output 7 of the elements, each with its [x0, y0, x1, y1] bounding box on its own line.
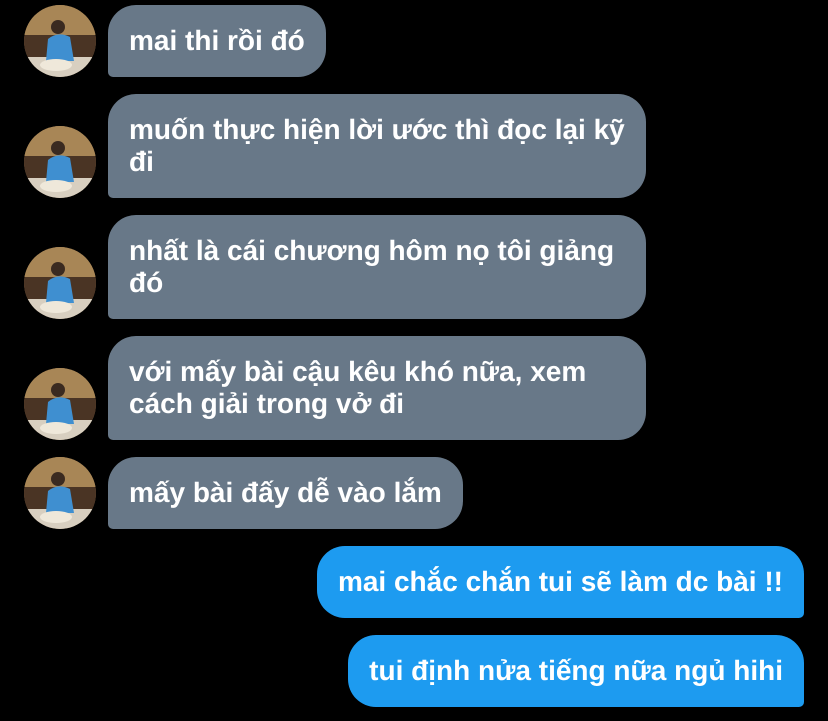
message-bubble: với mấy bài cậu kêu khó nữa, xem cách giải trong vở đi: [108, 336, 646, 440]
message-bubble: mai thi rồi đó: [108, 5, 326, 77]
message-bubble: muốn thực hiện lời ước thì đọc lại kỹ đi: [108, 94, 646, 198]
message-bubble: mấy bài đấy dễ vào lắm: [108, 457, 463, 529]
message-bubble: mai chắc chắn tui sẽ làm dc bài !!: [316, 546, 804, 618]
message-bubble: tui định nửa tiếng nữa ngủ hihi: [348, 635, 804, 707]
message-bubble: nhất là cái chương hôm nọ tôi giảng đó: [108, 215, 646, 319]
